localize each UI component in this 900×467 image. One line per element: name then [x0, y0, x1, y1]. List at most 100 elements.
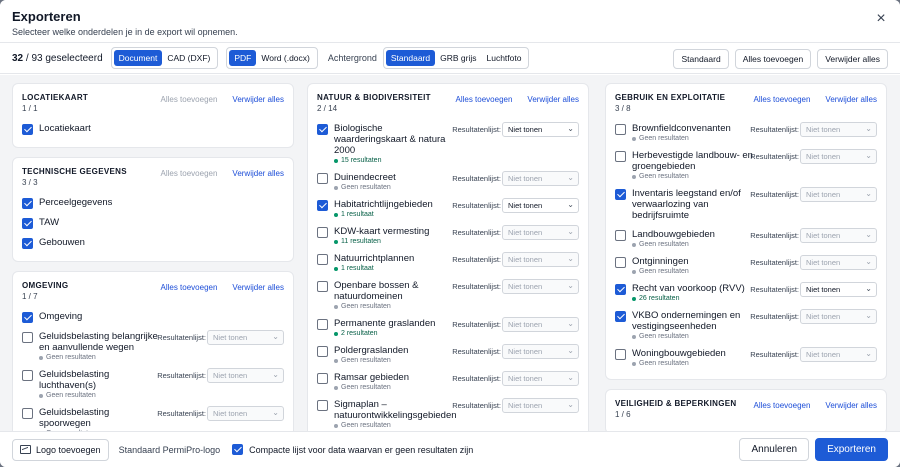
compact-checkbox[interactable] — [232, 444, 244, 455]
background-standard-option[interactable]: Standaard — [385, 50, 436, 66]
results-list-select[interactable]: Niet tonen ⌄ — [800, 282, 877, 297]
background-aerial-option[interactable]: Luchtfoto — [482, 50, 527, 66]
add-logo-button[interactable]: Logo toevoegen — [12, 438, 109, 461]
section-remove-all-link[interactable]: Verwijder alles — [232, 95, 284, 104]
list-item[interactable]: Biologische waarderingskaart & natura 20… — [317, 119, 579, 168]
item-checkbox[interactable] — [22, 238, 33, 249]
section-header: VEILIGHEID & BEPERKINGEN 1 / 6 Alles toevo… — [615, 399, 877, 425]
results-list-select[interactable]: Niet tonen ⌄ — [502, 122, 579, 137]
list-item[interactable]: Locatiekaart — [22, 119, 284, 139]
list-item[interactable]: Ontginningen Geen resultaten Resultatenlij… — [615, 252, 877, 279]
file-pdf-option[interactable]: PDF — [229, 50, 257, 66]
item-checkbox[interactable] — [22, 312, 33, 323]
section-remove-all-link[interactable]: Verwijder alles — [527, 95, 579, 104]
list-item[interactable]: Sigmaplan – natuurontwikkelingsgebieden G… — [317, 395, 579, 431]
format-cad-option[interactable]: CAD (DXF) — [162, 50, 215, 66]
item-checkbox[interactable] — [615, 189, 626, 200]
file-word-option[interactable]: Word (.docx) — [256, 50, 315, 66]
item-checkbox[interactable] — [615, 284, 626, 295]
item-checkbox[interactable] — [317, 227, 328, 238]
list-item[interactable]: Duinendecreet Geen resultaten Resultatenli… — [317, 168, 579, 195]
compact-list-toggle[interactable]: Compacte lijst voor data waarvan er geen… — [232, 444, 473, 455]
item-status: Geen resultaten — [334, 422, 456, 429]
results-list-label: Resultatenlijst: — [452, 255, 501, 264]
item-status: Geen resultaten — [39, 392, 161, 399]
export-button[interactable]: Exporteren — [815, 438, 888, 461]
results-list-label: Resultatenlijst: — [452, 228, 501, 237]
list-item[interactable]: Landbouwgebieden Geen resultaten Resultate… — [615, 225, 877, 252]
item-checkbox[interactable] — [317, 254, 328, 265]
item-checkbox[interactable] — [22, 332, 33, 343]
list-item[interactable]: Natuurrichtplannen 1 resultaat Resultatenl… — [317, 249, 579, 276]
section-add-all-link[interactable]: Alles toevoegen — [753, 95, 810, 104]
list-item[interactable]: Omgeving — [22, 307, 284, 327]
item-checkbox[interactable] — [615, 311, 626, 322]
list-item[interactable]: Permanente graslanden 2 resultaten Resulta… — [317, 314, 579, 341]
section-remove-all-link[interactable]: Verwijder alles — [825, 95, 877, 104]
remove-all-button[interactable]: Verwijder alles — [817, 49, 888, 69]
item-status: Geen resultaten — [632, 360, 754, 367]
export-modal: Exporteren Selecteer welke onderdelen je… — [0, 0, 900, 467]
item-checkbox[interactable] — [317, 200, 328, 211]
list-item[interactable]: Brownfieldconvenanten Geen resultaten Resu… — [615, 119, 877, 146]
list-item[interactable]: Ramsar gebieden Geen resultaten Resultaten… — [317, 368, 579, 395]
list-item[interactable]: Herbevestigde landbouw- en groengebieden… — [615, 146, 877, 184]
section-add-all-link[interactable]: Alles toevoegen — [753, 401, 810, 410]
section-add-all-link[interactable]: Alles toevoegen — [455, 95, 512, 104]
background-grb-option[interactable]: GRB grijs — [435, 50, 481, 66]
results-list-value: Niet tonen — [508, 282, 543, 291]
item-checkbox[interactable] — [317, 281, 328, 292]
item-checkbox[interactable] — [317, 400, 328, 411]
list-item[interactable]: Geluidsbelasting luchthaven(s) Geen resul… — [22, 365, 284, 403]
item-checkbox[interactable] — [615, 349, 626, 360]
item-checkbox[interactable] — [615, 124, 626, 135]
section-remove-all-link[interactable]: Verwijder alles — [232, 283, 284, 292]
list-item[interactable]: TAW — [22, 213, 284, 233]
item-checkbox[interactable] — [317, 124, 328, 135]
status-dot-icon — [632, 136, 636, 141]
standard-button[interactable]: Standaard — [673, 49, 729, 69]
item-status: 15 resultaten — [334, 157, 456, 164]
item-checkbox[interactable] — [317, 373, 328, 384]
list-item[interactable]: Inventaris leegstand en/of verwaarlozing… — [615, 184, 877, 225]
item-checkbox[interactable] — [615, 151, 626, 162]
list-item[interactable]: Geluidsbelasting belangrijke en aanvulle… — [22, 327, 284, 365]
item-checkbox[interactable] — [22, 370, 33, 381]
status-dot-icon — [334, 358, 338, 363]
list-item[interactable]: KDW-kaart vermesting 11 resultaten Resulta… — [317, 222, 579, 249]
list-item[interactable]: VKBO ondernemingen en vestigingseenheden… — [615, 306, 877, 344]
cancel-button[interactable]: Annuleren — [739, 438, 810, 461]
chevron-down-icon: ⌄ — [567, 373, 574, 382]
item-checkbox[interactable] — [22, 218, 33, 229]
list-item[interactable]: Habitatrichtlijngebieden 1 resultaat Resul… — [317, 195, 579, 222]
section-count: 3 / 8 — [615, 104, 631, 113]
format-document-option[interactable]: Document — [113, 50, 163, 66]
add-all-button[interactable]: Alles toevoegen — [734, 49, 812, 69]
list-item[interactable]: Recht van voorkoop (RVV) 26 resultaten Res… — [615, 279, 877, 306]
sections-area[interactable]: LOCATIEKAART 1 / 1 Alles toevoegen Verwijde… — [0, 75, 900, 431]
list-item[interactable]: Gebouwen — [22, 233, 284, 253]
section-add-all-link[interactable]: Alles toevoegen — [160, 283, 217, 292]
item-checkbox[interactable] — [22, 124, 33, 135]
item-checkbox[interactable] — [22, 198, 33, 209]
list-item[interactable]: Geluidsbelasting spoorwegenGeen resultat… — [22, 403, 284, 431]
results-list-select[interactable]: Niet tonen ⌄ — [502, 198, 579, 213]
list-item[interactable]: Openbare bossen & natuurdomeinen Geen res… — [317, 276, 579, 314]
item-checkbox[interactable] — [317, 319, 328, 330]
section-remove-all-link[interactable]: Verwijder alles — [825, 401, 877, 410]
item-checkbox[interactable] — [615, 230, 626, 241]
list-item[interactable]: Woningbouwgebieden Geen resultaten Resulta… — [615, 344, 877, 371]
list-item[interactable]: Poldergraslanden Geen resultaten Resultate… — [317, 341, 579, 368]
close-icon[interactable]: × — [874, 11, 888, 27]
section-add-all-link[interactable]: Alles toevoegen — [160, 95, 217, 104]
item-checkbox[interactable] — [22, 408, 33, 419]
item-checkbox[interactable] — [317, 173, 328, 184]
item-name: Woningbouwgebieden — [632, 348, 726, 359]
section-add-all-link[interactable]: Alles toevoegen — [160, 169, 217, 178]
item-checkbox[interactable] — [615, 257, 626, 268]
item-status-text: Geen resultaten — [341, 184, 391, 191]
list-item[interactable]: Perceelgegevens — [22, 193, 284, 213]
item-body: Geluidsbelasting belangrijke en aanvulle… — [39, 331, 161, 361]
item-checkbox[interactable] — [317, 346, 328, 357]
section-remove-all-link[interactable]: Verwijder alles — [232, 169, 284, 178]
